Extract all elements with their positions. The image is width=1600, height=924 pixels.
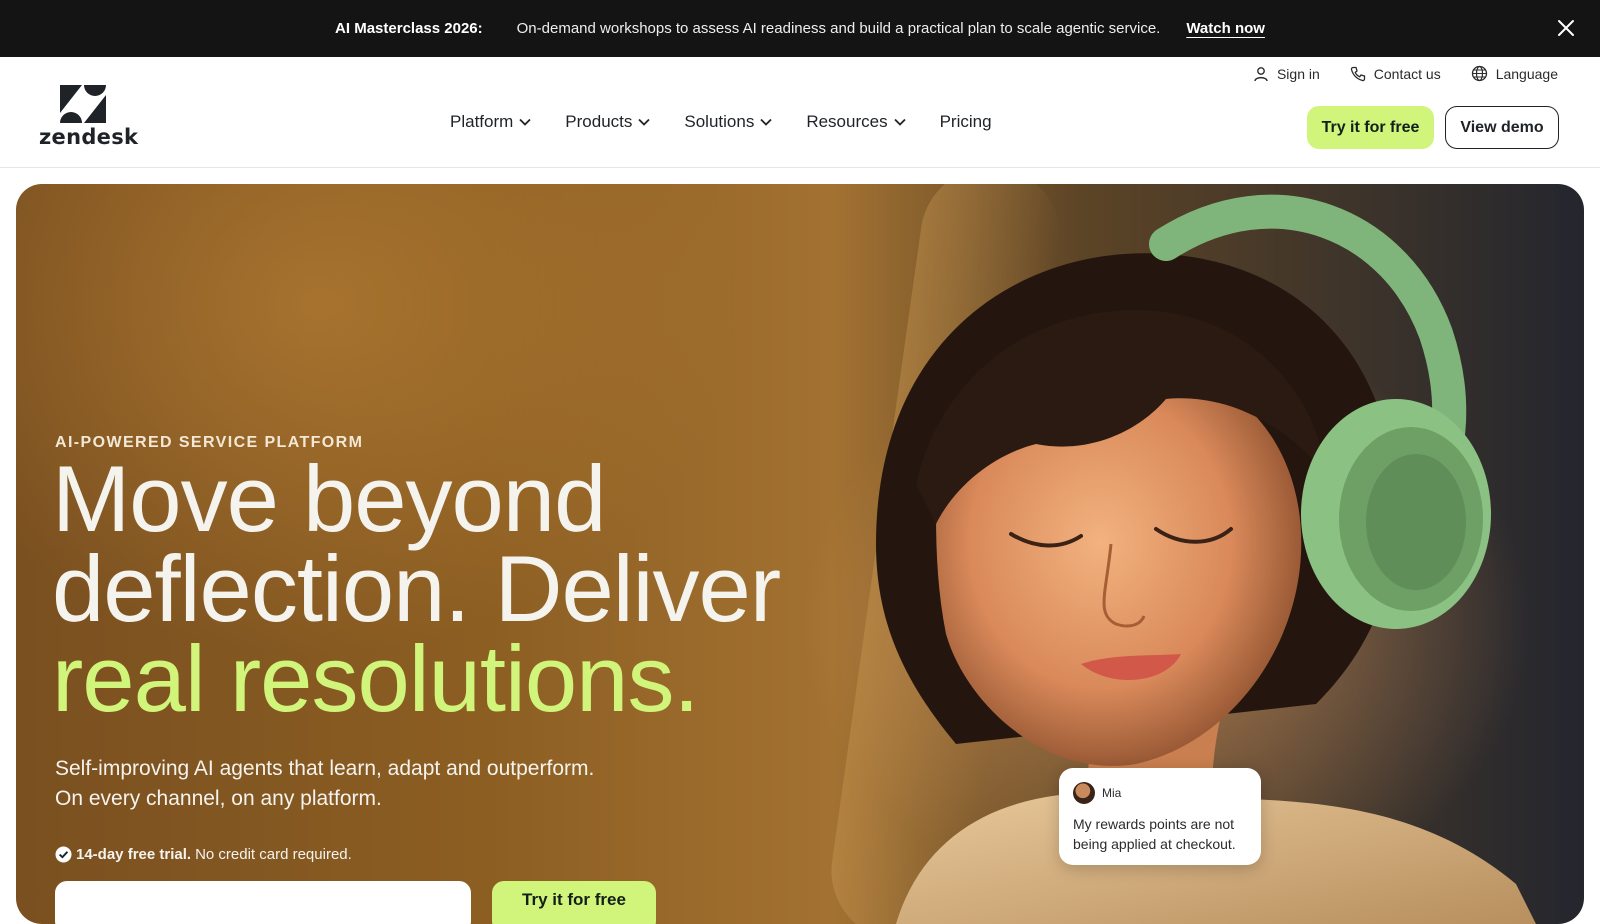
chevron-down-icon	[638, 118, 651, 126]
hero-section: AI-POWERED SERVICE PLATFORM Move beyond …	[16, 184, 1584, 924]
nav-item-products[interactable]: Products	[565, 112, 651, 132]
announcement-bar: AI Masterclass 2026: On-demand workshops…	[0, 0, 1600, 57]
logo-wordmark: zendesk	[39, 125, 139, 149]
chat-message-text: My rewards points are not being applied …	[1073, 816, 1236, 852]
zendesk-logo[interactable]: zendesk	[38, 85, 138, 149]
view-demo-button[interactable]: View demo	[1445, 106, 1559, 149]
avatar	[1073, 782, 1095, 804]
trial-note: 14-day free trial. No credit card requir…	[55, 846, 352, 863]
nav-item-platform[interactable]: Platform	[450, 112, 531, 132]
nav-label: Solutions	[684, 112, 755, 131]
nav-item-pricing[interactable]: Pricing	[940, 112, 992, 132]
check-circle-icon	[55, 846, 72, 863]
watch-now-link[interactable]: Watch now	[1186, 20, 1265, 37]
chat-sender-name: Mia	[1102, 786, 1122, 800]
chevron-down-icon	[893, 118, 906, 126]
nav-label: Resources	[806, 112, 888, 131]
subhead-line-1: Self-improving AI agents that learn, ada…	[55, 757, 595, 780]
hero-headline: Move beyond deflection. Deliver real res…	[52, 446, 781, 731]
nav-label: Products	[565, 112, 633, 131]
nav-item-resources[interactable]: Resources	[806, 112, 906, 132]
headline-line-3: real resolutions.	[52, 626, 700, 731]
hero-try-free-button[interactable]: Try it for free	[492, 881, 656, 924]
subhead-line-2: On every channel, on any platform.	[55, 787, 382, 810]
contact-us-link[interactable]: Contact us	[1350, 65, 1441, 82]
chat-message-card: Mia My rewards points are not being appl…	[1059, 768, 1261, 865]
zendesk-logo-mark-icon	[60, 85, 106, 123]
chevron-down-icon	[519, 118, 531, 126]
trial-rest: No credit card required.	[195, 846, 352, 863]
site-header: zendesk Sign in Contact us Language Plat…	[0, 57, 1600, 168]
try-free-button[interactable]: Try it for free	[1307, 106, 1434, 149]
nav-label: Pricing	[939, 112, 992, 131]
nav-label: Platform	[450, 112, 514, 131]
language-selector[interactable]: Language	[1471, 65, 1558, 82]
phone-icon	[1350, 66, 1365, 81]
close-icon[interactable]	[1552, 14, 1580, 42]
user-icon	[1254, 66, 1268, 81]
headline-line-1: Move beyond	[52, 446, 606, 551]
chat-sender: Mia	[1073, 782, 1247, 804]
trial-bold: 14-day free trial.	[76, 846, 192, 863]
contact-us-label: Contact us	[1373, 65, 1441, 82]
hero-subhead: Self-improving AI agents that learn, ada…	[55, 754, 594, 814]
main-nav: Platform Products Solutions Resources Pr…	[450, 112, 992, 132]
nav-item-solutions[interactable]: Solutions	[684, 112, 772, 132]
announcement-title: AI Masterclass 2026:	[335, 20, 483, 37]
headline-line-2: deflection. Deliver	[52, 536, 781, 641]
announcement-message: On-demand workshops to assess AI readine…	[516, 20, 1161, 37]
sign-in-link[interactable]: Sign in	[1253, 65, 1320, 82]
utility-nav: Sign in Contact us Language	[1253, 65, 1558, 82]
sign-in-label: Sign in	[1276, 65, 1320, 82]
chevron-down-icon	[760, 118, 772, 126]
language-label: Language	[1495, 65, 1558, 82]
globe-icon	[1471, 65, 1487, 82]
email-field[interactable]	[55, 881, 471, 924]
